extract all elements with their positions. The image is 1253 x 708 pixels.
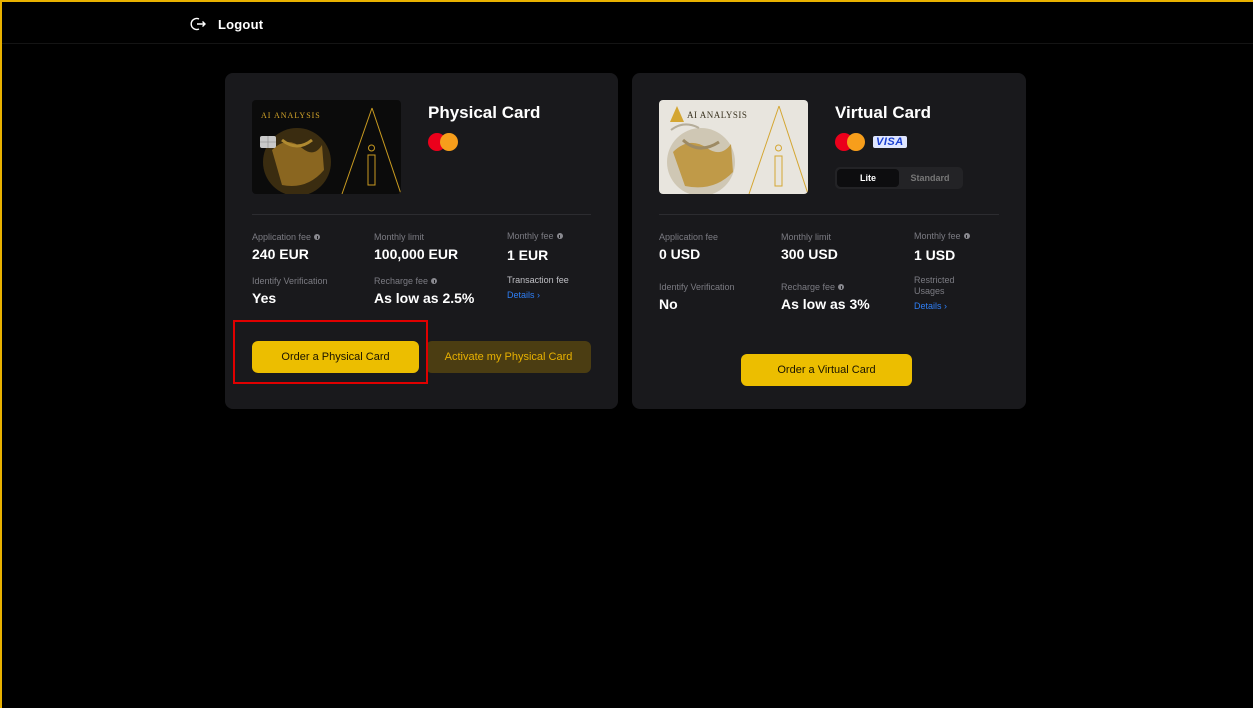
restricted-usages: Restricted Usages Details › xyxy=(914,275,984,311)
recharge-fee-label: Recharge fee xyxy=(374,276,429,286)
virtual-card-panel: AI ANALYSIS Virtual Card VISA Lite Stand… xyxy=(632,73,1026,409)
monthly-limit-value: 300 USD xyxy=(781,246,838,262)
transaction-details-link[interactable]: Details › xyxy=(507,290,569,300)
logout-label: Logout xyxy=(218,16,264,32)
monthly-limit-label: Monthly limit xyxy=(781,232,832,242)
info-icon[interactable] xyxy=(431,278,438,284)
toggle-lite[interactable]: Lite xyxy=(837,169,899,187)
physical-card-panel: AI ANALYSIS Physical Card Application fe… xyxy=(225,73,618,409)
physical-card-title: Physical Card xyxy=(428,103,541,122)
recharge-fee-value: As low as 3% xyxy=(781,296,870,312)
top-bar: Logout xyxy=(2,2,1253,44)
identify-verification-value: No xyxy=(659,296,678,312)
order-physical-card-button[interactable]: Order a Physical Card xyxy=(252,341,419,373)
recharge-fee-value: As low as 2.5% xyxy=(374,290,475,306)
identify-verification-label: Identify Verification xyxy=(252,276,328,286)
toggle-standard[interactable]: Standard xyxy=(899,169,961,187)
plan-toggle: Lite Standard xyxy=(835,167,963,189)
logout-icon xyxy=(190,17,206,31)
restricted-usages-label: Restricted Usages xyxy=(914,275,955,296)
identify-verification-value: Yes xyxy=(252,290,277,306)
application-fee: Application fee 0 USD xyxy=(659,231,718,262)
virtual-card-title: Virtual Card xyxy=(835,103,932,122)
activate-physical-card-button[interactable]: Activate my Physical Card xyxy=(426,341,591,373)
info-icon[interactable] xyxy=(963,233,970,239)
identify-verification-label: Identify Verification xyxy=(659,282,735,292)
physical-card-image: AI ANALYSIS xyxy=(252,100,401,194)
divider xyxy=(659,214,999,215)
identify-verification: Identify Verification Yes xyxy=(252,275,328,306)
virtual-brand-row: VISA xyxy=(835,133,907,151)
monthly-fee: Monthly fee 1 EUR xyxy=(507,230,563,263)
info-icon[interactable] xyxy=(838,284,845,290)
application-fee-label: Application fee xyxy=(252,232,312,242)
visa-icon: VISA xyxy=(873,136,907,148)
monthly-limit: Monthly limit 300 USD xyxy=(781,231,838,262)
frame-left-border xyxy=(0,0,2,708)
monthly-limit-value: 100,000 EUR xyxy=(374,246,459,262)
transaction-fee: Transaction fee Details › xyxy=(507,275,569,300)
mastercard-icon xyxy=(835,133,865,151)
monthly-limit: Monthly limit 100,000 EUR xyxy=(374,231,458,262)
virtual-card-brand-text: AI ANALYSIS xyxy=(687,110,748,120)
info-icon[interactable] xyxy=(314,234,321,240)
physical-brand-row xyxy=(428,133,458,151)
recharge-fee: Recharge fee As low as 3% xyxy=(781,281,870,312)
recharge-fee-label: Recharge fee xyxy=(781,282,836,292)
monthly-fee-label: Monthly fee xyxy=(914,231,961,241)
order-virtual-card-button[interactable]: Order a Virtual Card xyxy=(741,354,912,386)
transaction-fee-label: Transaction fee xyxy=(507,275,569,285)
monthly-fee-value: 1 USD xyxy=(914,247,956,263)
restricted-details-link[interactable]: Details › xyxy=(914,301,984,311)
divider xyxy=(252,214,591,215)
mastercard-icon xyxy=(428,133,458,151)
application-fee-value: 240 EUR xyxy=(252,246,309,262)
physical-card-brand-text: AI ANALYSIS xyxy=(261,111,321,120)
logout-button[interactable]: Logout xyxy=(190,16,263,32)
identify-verification: Identify Verification No xyxy=(659,281,735,312)
application-fee: Application fee 240 EUR xyxy=(252,231,321,262)
monthly-fee-value: 1 EUR xyxy=(507,247,549,263)
virtual-card-image: AI ANALYSIS xyxy=(659,100,808,194)
application-fee-value: 0 USD xyxy=(659,246,701,262)
recharge-fee: Recharge fee As low as 2.5% xyxy=(374,275,474,306)
monthly-limit-label: Monthly limit xyxy=(374,232,425,242)
monthly-fee-label: Monthly fee xyxy=(507,231,554,241)
info-icon[interactable] xyxy=(556,233,563,239)
application-fee-label: Application fee xyxy=(659,232,719,242)
monthly-fee: Monthly fee 1 USD xyxy=(914,230,970,263)
